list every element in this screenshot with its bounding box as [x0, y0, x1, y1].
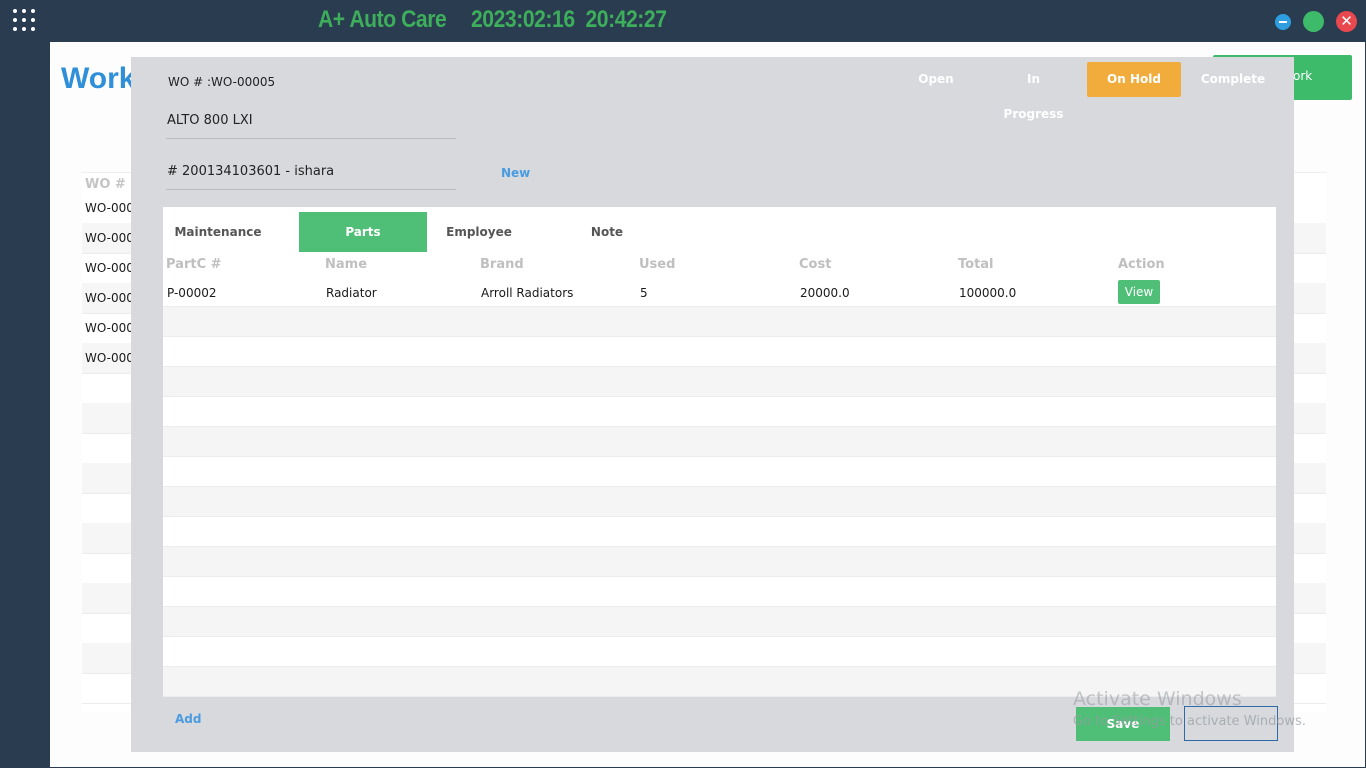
part-total-cell: 100000.0 — [959, 286, 1017, 300]
empty-table-row — [163, 457, 1276, 487]
view-part-button[interactable]: View — [1118, 280, 1160, 304]
activation-watermark-title: Activate Windows — [1073, 688, 1242, 710]
minimize-button[interactable] — [1275, 14, 1291, 30]
empty-table-row — [163, 397, 1276, 427]
column-header-name: Name — [325, 257, 368, 272]
work-order-number: WO # :WO-00005 — [168, 75, 276, 89]
tab-note[interactable]: Note — [583, 212, 631, 252]
empty-table-row — [163, 427, 1276, 457]
part-code-cell: P-00002 — [167, 286, 217, 300]
tab-parts[interactable]: Parts — [299, 212, 427, 252]
work-order-dialog: WO # :WO-00005 ALTO 800 LXI # 2001341036… — [131, 57, 1294, 752]
column-header-part-code: PartC # — [166, 257, 222, 272]
column-header-cost: Cost — [799, 257, 832, 272]
customer-field[interactable]: # 200134103601 - ishara — [166, 160, 456, 190]
column-header-total: Total — [958, 257, 994, 272]
vehicle-field[interactable]: ALTO 800 LXI — [166, 109, 456, 139]
activation-watermark-text: Go to Settings to activate Windows. — [1073, 714, 1306, 729]
empty-table-row — [163, 337, 1276, 367]
title-bar: A+ Auto Care 2023:02:16 20:42:27 ✕ — [0, 0, 1366, 42]
column-header-brand: Brand — [480, 257, 524, 272]
clock-display: 2023:02:16 20:42:27 — [471, 6, 667, 33]
part-brand-cell: Arroll Radiators — [481, 286, 574, 300]
empty-table-row — [163, 547, 1276, 577]
new-customer-link[interactable]: New — [501, 166, 530, 180]
table-row[interactable]: P-00002 Radiator Arroll Radiators 5 2000… — [163, 277, 1276, 307]
tab-maintenance[interactable]: Maintenance — [173, 212, 263, 252]
status-open-button[interactable]: Open — [911, 62, 961, 97]
empty-table-row — [163, 307, 1276, 337]
add-part-link[interactable]: Add — [175, 712, 201, 726]
empty-table-row — [163, 517, 1276, 547]
part-used-cell: 5 — [640, 286, 648, 300]
column-header-wo: WO # — [85, 177, 126, 192]
empty-table-row — [163, 637, 1276, 667]
empty-table-row — [163, 607, 1276, 637]
page-title: Work — [61, 62, 136, 95]
maximize-button[interactable] — [1303, 11, 1324, 32]
new-work-order-label: ork — [1293, 69, 1313, 83]
app-menu-icon[interactable] — [13, 9, 35, 31]
tab-employee[interactable]: Employee — [443, 212, 515, 252]
status-on-hold-button[interactable]: On Hold — [1087, 62, 1181, 97]
status-in-progress-button[interactable]: In Progress — [996, 62, 1071, 121]
empty-table-row — [163, 367, 1276, 397]
close-button[interactable]: ✕ — [1336, 11, 1357, 32]
column-header-used: Used — [639, 257, 676, 272]
part-cost-cell: 20000.0 — [800, 286, 850, 300]
app-title: A+ Auto Care — [318, 6, 447, 33]
empty-table-row — [163, 487, 1276, 517]
part-name-cell: Radiator — [326, 286, 377, 300]
empty-table-row — [163, 577, 1276, 607]
column-header-action: Action — [1118, 257, 1165, 272]
details-panel: Maintenance Parts Employee Note PartC # … — [163, 207, 1276, 697]
status-complete-button[interactable]: Complete — [1198, 62, 1268, 97]
